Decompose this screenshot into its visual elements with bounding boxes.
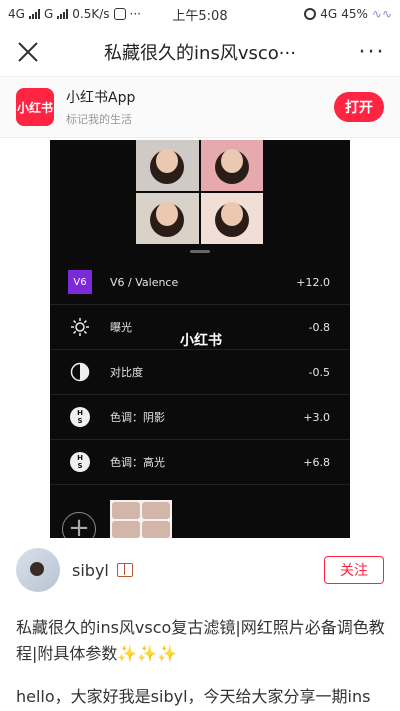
adjustment-value: -0.5 — [308, 365, 330, 379]
collage-photo — [136, 193, 199, 244]
preview-collage — [136, 140, 263, 244]
app-download-banner: 小红书 小红书App 标记我的生活 打开 — [0, 76, 400, 138]
collage-photo — [200, 140, 263, 191]
network-type-2: G — [43, 7, 54, 21]
note-body: hello，大家好我是sibyl，今天给大家分享一期ins — [16, 687, 371, 706]
contrast-icon — [68, 360, 92, 384]
alarm-icon — [304, 8, 317, 20]
adjustment-value: +6.8 — [303, 455, 330, 469]
adjustment-row: 对比度 -0.5 — [50, 350, 350, 395]
adjustment-row: V6 V6 / Valence +12.0 — [50, 260, 350, 305]
adjustment-label: 对比度 — [110, 366, 143, 379]
add-icon: + — [62, 512, 96, 538]
note-title: 私藏很久的ins风vsco复古滤镜|网红照片必备调色教程|附具体参数✨✨✨ — [16, 618, 385, 663]
adjustment-label: V6 / Valence — [110, 275, 179, 289]
app-tagline: 标记我的生活 — [66, 113, 132, 126]
follow-button[interactable]: 关注 — [324, 556, 384, 584]
page-title: 私藏很久的ins风vsco··· — [104, 43, 296, 64]
adjustment-label: 色调：高光 — [110, 456, 165, 469]
adjustment-value: -0.8 — [308, 320, 330, 334]
book-icon — [116, 563, 133, 577]
battery-level: 45% — [341, 7, 368, 21]
photo-thumbnail — [110, 500, 172, 538]
signal-icon-2 — [57, 9, 69, 19]
note-photo[interactable]: V6 V6 / Valence +12.0 曝光 -0.8 对比度 -0.5 H… — [50, 140, 350, 538]
tone-hs-icon: HS — [70, 407, 90, 427]
collage-photo — [200, 193, 263, 244]
collage-photo — [136, 140, 199, 191]
exposure-icon — [68, 315, 92, 339]
adjustment-value: +3.0 — [303, 410, 330, 424]
adjustment-row: HS 色调：高光 +6.8 — [50, 440, 350, 485]
adjustment-value: +12.0 — [296, 275, 330, 289]
author-name[interactable]: sibyl — [72, 561, 109, 580]
avatar[interactable] — [16, 548, 60, 592]
app-name: 小红书App — [66, 90, 136, 106]
watermark: 小红书 — [180, 333, 222, 349]
tone-hs-icon: HS — [70, 452, 90, 472]
close-button[interactable] — [0, 28, 56, 76]
network-type-3: 4G — [320, 7, 338, 21]
open-app-button[interactable]: 打开 — [334, 92, 384, 122]
signal-icon — [28, 9, 40, 19]
status-left: 4G G 0.5K/s ··· — [8, 7, 304, 21]
nav-bar: 私藏很久的ins风vsco··· ··· — [0, 28, 400, 76]
author-bar: sibyl 关注 — [0, 545, 400, 595]
status-more: ··· — [129, 7, 141, 21]
network-type-1: 4G — [8, 7, 25, 21]
charging-icon: ∿∿ — [371, 7, 392, 21]
adjustment-row: HS 色调：阴影 +3.0 — [50, 395, 350, 440]
status-bar: 4G G 0.5K/s ··· 上午5:08 4G 45% ∿∿ — [0, 0, 400, 28]
close-icon — [18, 42, 38, 62]
network-speed: 0.5K/s — [72, 7, 110, 21]
adjustment-list: V6 V6 / Valence +12.0 曝光 -0.8 对比度 -0.5 H… — [50, 260, 350, 485]
notification-icon — [113, 8, 126, 20]
drag-handle — [190, 250, 210, 253]
v6-badge: V6 — [68, 270, 92, 294]
adjustment-label: 色调：阴影 — [110, 411, 165, 424]
app-logo: 小红书 — [16, 88, 54, 126]
more-button[interactable]: ··· — [344, 28, 400, 76]
status-right: 4G 45% ∿∿ — [304, 7, 392, 21]
app-info: 小红书App 标记我的生活 — [66, 87, 334, 127]
